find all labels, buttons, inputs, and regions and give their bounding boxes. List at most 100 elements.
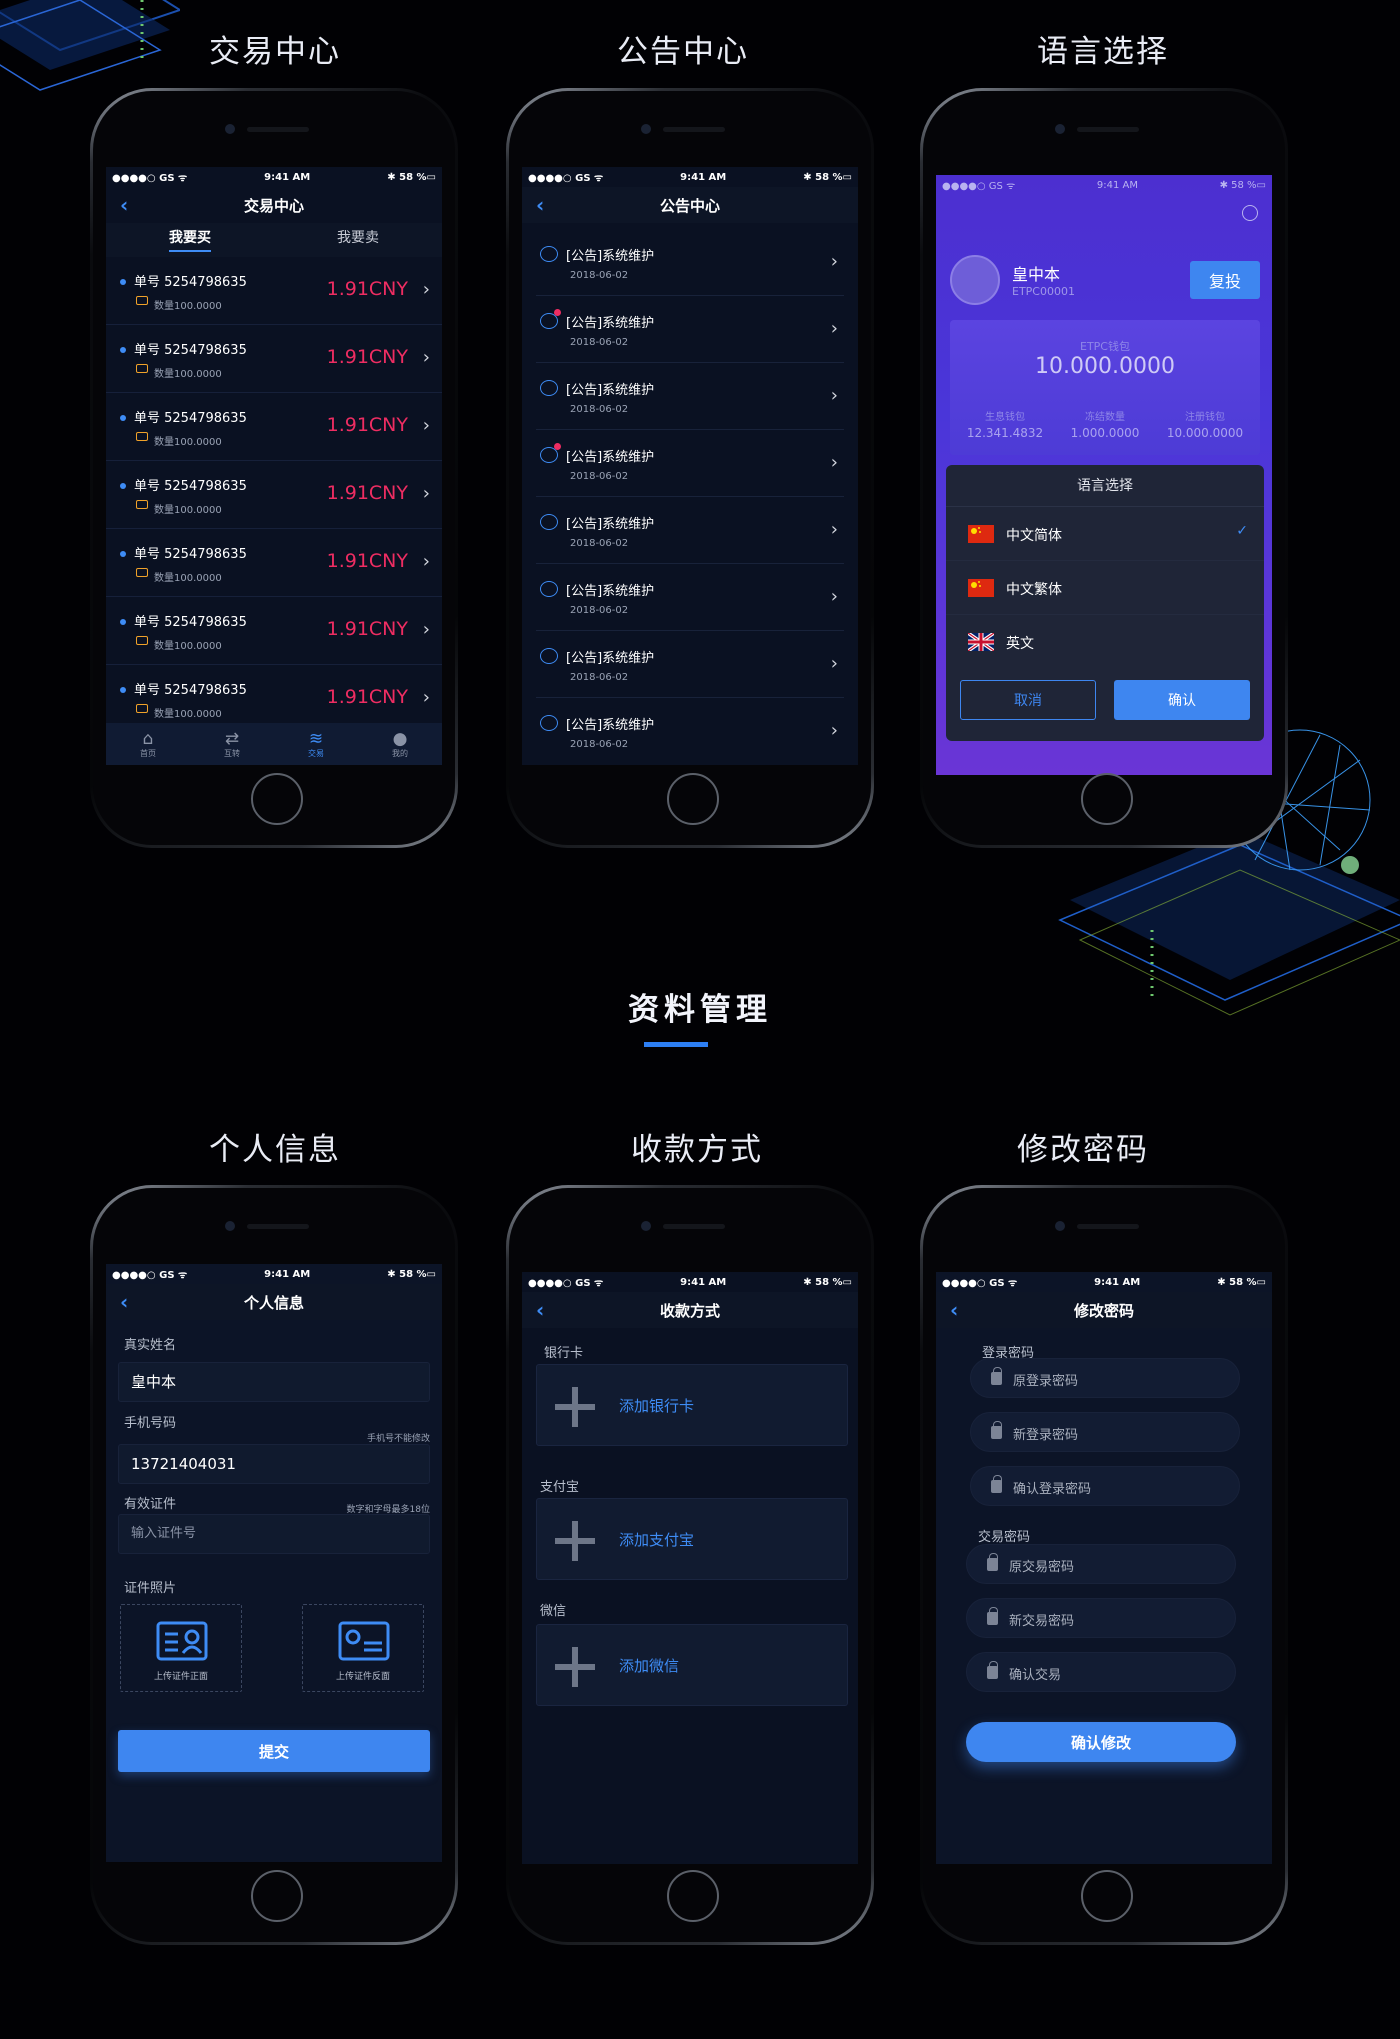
language-option-english[interactable]: 英文 [946,615,1264,669]
status-bar: ●●●●○ GS ᯤ 9:41 AM ✱ 58 %▭ [528,171,852,185]
tab-buy[interactable]: 我要买 [106,223,274,257]
screen: ●●●●○ GS ᯤ 9:41 AM ✱ 58 %▭ 皇中本 ETPC00001 复… [936,175,1272,775]
back-icon[interactable]: ‹ [120,1292,128,1312]
home-button[interactable] [667,773,719,825]
wallet-icon [136,568,148,577]
language-option-simplified[interactable]: 中文简体 ✓ [946,507,1264,561]
confirm-change-button[interactable]: 确认修改 [966,1722,1236,1762]
order-row[interactable]: 单号 5254798635 数量100.0000 1.91CNY › [106,529,442,597]
submit-button[interactable]: 提交 [118,1730,430,1772]
message-icon [540,648,558,664]
id-label: 有效证件 [124,1497,177,1512]
status-bar: ●●●●○ GS ᯤ 9:41 AM ✱ 58 %▭ [112,1268,436,1282]
back-icon[interactable]: ‹ [536,195,544,215]
home-button[interactable] [251,1870,303,1922]
notice-row[interactable]: [公告]系统维护 2018-06-02 › [536,497,844,564]
transfer-icon: ⇄ [224,728,240,749]
lock-icon [991,1475,1002,1493]
wallet-card: ETPC钱包 10.000.0000 生息钱包 冻结数量 注册钱包 12.341… [950,320,1260,455]
old-login-password-field[interactable]: 原登录密码 [970,1358,1240,1398]
order-row[interactable]: 单号 5254798635 数量100.0000 1.91CNY › [106,597,442,665]
photo-label: 证件照片 [124,1581,177,1596]
section-title-language: 语言选择 [1037,34,1169,70]
id-input[interactable]: 输入证件号 [118,1514,430,1554]
message-icon [540,514,558,530]
tabbar-home[interactable]: ⌂ 首页 [106,723,190,765]
back-icon[interactable]: ‹ [536,1300,544,1320]
screen: ●●●●○ GS ᯤ 9:41 AM ✱ 58 %▭ ‹ 交易中心 我要买 我要卖 单… [106,167,442,765]
home-button[interactable] [1081,773,1133,825]
screen: ●●●●○ GS ᯤ 9:41 AM ✱ 58 %▭ ‹ 收款方式 银行卡 添加银行卡… [522,1272,858,1864]
phone-trade-center: ●●●●○ GS ᯤ 9:41 AM ✱ 58 %▭ ‹ 交易中心 我要买 我要卖 单… [90,88,458,848]
home-button[interactable] [1081,1870,1133,1922]
avatar [950,255,1000,305]
tabbar-trade[interactable]: ≋ 交易 [274,723,358,765]
language-option-traditional[interactable]: 中文繁体 [946,561,1264,615]
page-title: 交易中心 [243,196,304,215]
chevron-right-icon: › [422,415,430,436]
old-trade-password-field[interactable]: 原交易密码 [966,1544,1236,1584]
confirm-trade-password-field[interactable]: 确认交易 [966,1652,1236,1692]
wallet-icon [136,432,148,441]
tabbar-transfer[interactable]: ⇄ 互转 [190,723,274,765]
new-login-password-field[interactable]: 新登录密码 [970,1412,1240,1452]
lock-icon [987,1661,998,1679]
page-title: 收款方式 [659,1301,720,1320]
order-row[interactable]: 单号 5254798635 数量100.0000 1.91CNY › [106,461,442,529]
notice-row[interactable]: [公告]系统维护 2018-06-02 › [536,296,844,363]
order-list: 单号 5254798635 数量100.0000 1.91CNY › 单号 52547… [106,257,442,733]
nav-bar: ‹ 修改密码 [936,1292,1272,1328]
nav-bar: ‹ 个人信息 [106,1284,442,1320]
section-title-trade: 交易中心 [209,34,341,70]
order-row[interactable]: 单号 5254798635 数量100.0000 1.91CNY › [106,325,442,393]
message-icon [540,380,558,396]
phone-language-select: ●●●●○ GS ᯤ 9:41 AM ✱ 58 %▭ 皇中本 ETPC00001 复… [920,88,1288,848]
order-row[interactable]: 单号 5254798635 数量100.0000 1.91CNY › [106,257,442,325]
notice-row[interactable]: [公告]系统维护 2018-06-02 › [536,363,844,430]
home-button[interactable] [251,773,303,825]
notice-row[interactable]: [公告]系统维护 2018-06-02 › [536,229,844,296]
nav-bar: ‹ 交易中心 [106,187,442,223]
home-button[interactable] [667,1870,719,1922]
notice-row[interactable]: [公告]系统维护 2018-06-02 › [536,698,844,765]
section-title-password: 修改密码 [1017,1132,1149,1168]
back-icon[interactable]: ‹ [950,1300,958,1320]
unread-dot [554,443,561,450]
add-alipay[interactable]: 添加支付宝 [536,1498,848,1580]
reinvest-button[interactable]: 复投 [1190,261,1260,299]
name-label: 真实姓名 [124,1338,177,1353]
id-card-icon [156,1621,208,1661]
notice-row[interactable]: [公告]系统维护 2018-06-02 › [536,430,844,497]
section-heading: 资料管理 [628,992,772,1028]
screen: ●●●●○ GS ᯤ 9:41 AM ✱ 58 %▭ ‹ 个人信息 真实姓名 皇中本 … [106,1264,442,1862]
status-bar: ●●●●○ GS ᯤ 9:41 AM ✱ 58 %▭ [942,1276,1266,1290]
upload-front[interactable]: 上传证件正面 [120,1604,242,1692]
new-trade-password-field[interactable]: 新交易密码 [966,1598,1236,1638]
nav-bar: ‹ 收款方式 [522,1292,858,1328]
tab-sell[interactable]: 我要卖 [274,223,442,257]
chevron-right-icon: › [830,318,838,339]
confirm-login-password-field[interactable]: 确认登录密码 [970,1466,1240,1506]
order-row[interactable]: 单号 5254798635 数量100.0000 1.91CNY › [106,393,442,461]
notice-row[interactable]: [公告]系统维护 2018-06-02 › [536,631,844,698]
user-icon: ● [392,728,408,749]
back-icon[interactable]: ‹ [120,195,128,215]
globe-icon[interactable] [1242,205,1258,221]
phone-change-password: ●●●●○ GS ᯤ 9:41 AM ✱ 58 %▭ ‹ 修改密码 登录密码 原登录密… [920,1185,1288,1945]
chevron-right-icon: › [830,519,838,540]
tabbar-profile[interactable]: ● 我的 [358,723,442,765]
upload-back[interactable]: 上传证件反面 [302,1604,424,1692]
confirm-button[interactable]: 确认 [1114,680,1250,720]
add-wechat[interactable]: 添加微信 [536,1624,848,1706]
language-dialog: 语言选择 中文简体 ✓ 中文繁体 英文 取消 确认 [946,465,1264,741]
name-field[interactable]: 皇中本 [118,1362,430,1402]
id-card-back-icon [338,1621,390,1661]
nav-bar: ‹ 公告中心 [522,187,858,223]
add-bank-card[interactable]: 添加银行卡 [536,1364,848,1446]
user-id: ETPC00001 [1012,285,1075,298]
notice-row[interactable]: [公告]系统维护 2018-06-02 › [536,564,844,631]
cancel-button[interactable]: 取消 [960,680,1096,720]
lock-icon [991,1421,1002,1439]
tab-bar: ⌂ 首页 ⇄ 互转 ≋ 交易 ● 我的 [106,723,442,765]
phone-field[interactable]: 13721404031 [118,1444,430,1484]
